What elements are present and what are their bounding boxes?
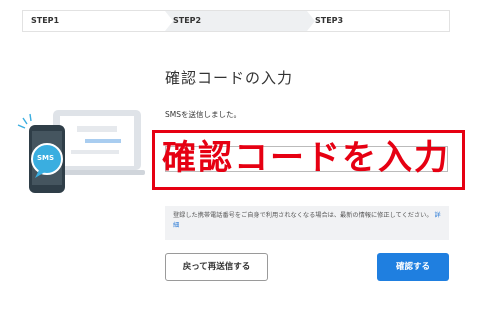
info-text: 登録した携帯電話番号をご自身で利用されなくなる場合は、最新の情報に修正してくださ… xyxy=(173,212,433,219)
step-2: STEP2 xyxy=(165,11,315,31)
stepper: STEP1 STEP2 STEP3 xyxy=(22,10,450,32)
laptop-phone-icon xyxy=(17,110,145,193)
sms-badge-label: SMS xyxy=(37,154,55,162)
step-3: STEP3 xyxy=(307,11,449,31)
sms-illustration: SMS xyxy=(15,108,145,198)
step-1: STEP1 xyxy=(23,11,173,31)
back-resend-button[interactable]: 戻って再送信する xyxy=(165,253,268,281)
page-title: 確認コードの入力 xyxy=(165,69,294,87)
step-3-label: STEP3 xyxy=(315,16,344,25)
info-notice: 登録した携帯電話番号をご自身で利用されなくなる場合は、最新の情報に修正してくださ… xyxy=(165,206,449,240)
confirm-button[interactable]: 確認する xyxy=(377,253,449,281)
step-2-label: STEP2 xyxy=(173,16,202,25)
step-1-label: STEP1 xyxy=(31,16,60,25)
callout-text: 確認コードを入力 xyxy=(162,138,450,178)
sms-sent-message: SMSを送信しました。 xyxy=(165,110,241,119)
